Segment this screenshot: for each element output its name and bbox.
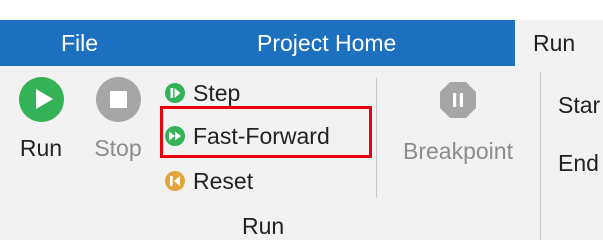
start-label: Star <box>558 92 601 118</box>
group-separator <box>540 72 541 240</box>
reset-button-label: Reset <box>193 168 254 194</box>
step-icon <box>165 82 185 103</box>
title-bar <box>0 0 603 20</box>
run-button[interactable]: Run <box>9 77 73 162</box>
step-button-label: Step <box>193 80 241 106</box>
menu-project-home[interactable]: Project Home <box>257 20 396 66</box>
reset-button[interactable]: Reset <box>165 166 253 196</box>
tab-run[interactable]: Run <box>515 20 603 66</box>
run-group-label: Run <box>242 213 285 239</box>
breakpoint-button-label: Breakpoint <box>403 138 513 164</box>
breakpoint-icon <box>439 81 477 119</box>
stop-icon <box>95 77 141 122</box>
group-separator <box>376 78 377 198</box>
end-label: End <box>558 150 599 176</box>
stop-button-label: Stop <box>94 135 142 161</box>
reset-icon <box>165 170 185 191</box>
breakpoint-button[interactable]: Breakpoint <box>392 77 524 165</box>
stop-button[interactable]: Stop <box>86 77 150 162</box>
play-icon <box>18 77 64 122</box>
step-button[interactable]: Step <box>165 78 240 108</box>
highlight-box <box>160 106 372 158</box>
menu-file[interactable]: File <box>61 20 98 66</box>
run-button-label: Run <box>19 135 63 161</box>
